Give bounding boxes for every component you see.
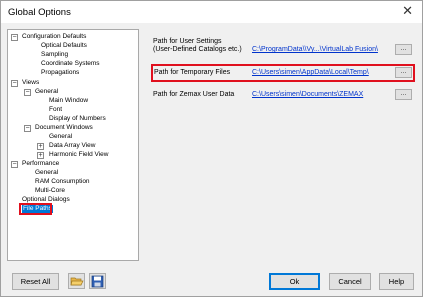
title-bar: Global Options ✕ — [1, 1, 422, 23]
help-button[interactable]: Help — [379, 273, 414, 290]
cancel-button[interactable]: Cancel — [329, 273, 371, 290]
zemax-user-data-path-link[interactable]: C:\Users\simen\Documents\ZEMAX — [252, 91, 363, 99]
zemax-user-data-browse-button[interactable]: ... — [395, 89, 412, 100]
floppy-disk-icon — [91, 275, 104, 288]
user-settings-label-line2: (User-Defined Catalogs etc.) — [153, 46, 242, 53]
reset-all-button[interactable]: Reset All — [12, 273, 59, 290]
collapse-views-icon[interactable]: − — [11, 80, 18, 87]
global-options-dialog: Global Options ✕ − Configuration Default… — [0, 0, 423, 297]
user-settings-label-line1: Path for User Settings — [153, 38, 222, 45]
collapse-general-icon[interactable]: − — [24, 89, 31, 96]
temporary-files-path-link[interactable]: C:\Users\simen\AppData\Local\Temp\ — [252, 69, 369, 77]
collapse-configuration-defaults-icon[interactable]: − — [11, 34, 18, 41]
options-tree[interactable]: − Configuration Defaults Optical Default… — [7, 29, 139, 261]
collapse-performance-icon[interactable]: − — [11, 161, 18, 168]
temporary-files-browse-button[interactable]: ... — [395, 67, 412, 78]
tree-item-configuration-defaults[interactable]: Configuration Defaults — [22, 33, 86, 41]
collapse-document-windows-icon[interactable]: − — [24, 125, 31, 132]
tree-item-performance-general[interactable]: General — [35, 169, 58, 177]
expand-data-array-view-icon[interactable]: + — [37, 143, 44, 150]
tree-item-multi-core[interactable]: Multi-Core — [35, 187, 65, 195]
tree-item-propagations[interactable]: Propagations — [41, 69, 79, 77]
temporary-files-label: Path for Temporary Files — [154, 69, 231, 76]
tree-item-general[interactable]: General — [35, 88, 58, 96]
open-settings-button[interactable] — [68, 273, 85, 289]
tree-item-document-general[interactable]: General — [49, 133, 72, 141]
tree-item-performance[interactable]: Performance — [22, 160, 59, 168]
tree-item-views[interactable]: Views — [22, 79, 39, 87]
tree-item-main-window[interactable]: Main Window — [49, 97, 88, 105]
close-icon[interactable]: ✕ — [402, 4, 413, 17]
file-paths-highlight-box — [19, 203, 52, 215]
tree-item-harmonic-field-view[interactable]: Harmonic Field View — [49, 151, 108, 159]
save-settings-button[interactable] — [89, 273, 106, 289]
tree-item-data-array-view[interactable]: Data Array View — [49, 142, 95, 150]
tree-item-optical-defaults[interactable]: Optical Defaults — [41, 42, 87, 50]
window-title: Global Options — [8, 7, 71, 18]
tree-item-ram-consumption[interactable]: RAM Consumption — [35, 178, 90, 186]
user-settings-path-link[interactable]: C:\ProgramData\\Vy...\VirtualLab Fusion\ — [252, 46, 378, 54]
tree-item-display-of-numbers[interactable]: Display of Numbers — [49, 115, 106, 123]
tree-item-font[interactable]: Font — [49, 106, 62, 114]
expand-harmonic-field-view-icon[interactable]: + — [37, 152, 44, 159]
ok-button[interactable]: Ok — [269, 273, 320, 290]
user-settings-browse-button[interactable]: ... — [395, 44, 412, 55]
tree-item-coordinate-systems[interactable]: Coordinate Systems — [41, 60, 100, 68]
tree-item-document-windows[interactable]: Document Windows — [35, 124, 93, 132]
tree-item-sampling[interactable]: Sampling — [41, 51, 68, 59]
zemax-user-data-label: Path for Zemax User Data — [153, 91, 235, 98]
folder-open-icon — [70, 277, 84, 286]
